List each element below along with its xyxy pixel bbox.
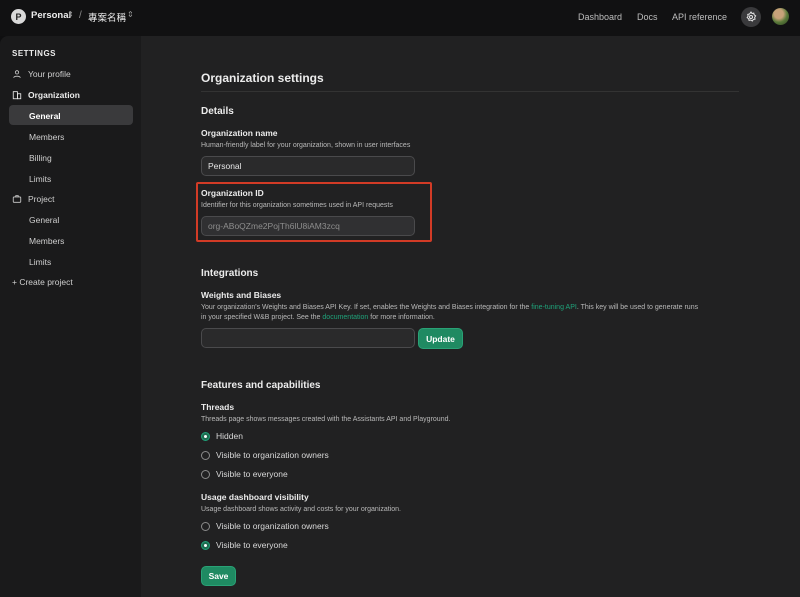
update-button[interactable]: Update bbox=[418, 328, 463, 349]
field-desc-org-name: Human-friendly label for your organizati… bbox=[201, 142, 411, 149]
sidebar-item-org-limits[interactable]: Limits bbox=[29, 174, 51, 184]
radio-button[interactable] bbox=[201, 469, 210, 479]
field-label-threads: Threads bbox=[201, 402, 235, 412]
sidebar-item-label: Organization bbox=[28, 90, 80, 100]
sidebar-item-project[interactable]: Project bbox=[12, 194, 54, 204]
user-avatar[interactable] bbox=[772, 8, 789, 25]
field-desc-usage-visibility: Usage dashboard shows activity and costs… bbox=[201, 506, 401, 513]
create-project-button[interactable]: + Create project bbox=[12, 277, 73, 287]
documentation-link[interactable]: documentation bbox=[322, 314, 368, 321]
sidebar-item-project-limits[interactable]: Limits bbox=[29, 257, 51, 267]
field-label-org-id: Organization ID bbox=[201, 188, 264, 198]
sidebar-item-org-members[interactable]: Members bbox=[29, 132, 64, 142]
radio-button[interactable] bbox=[201, 540, 210, 550]
org-avatar[interactable]: P bbox=[11, 9, 26, 24]
org-switcher[interactable]: Personal bbox=[31, 10, 71, 21]
radio-button[interactable] bbox=[201, 431, 210, 441]
threads-option-hidden[interactable]: Hidden bbox=[201, 431, 243, 441]
briefcase-icon bbox=[12, 194, 24, 204]
main-content: Organization settings Details Organizati… bbox=[141, 36, 800, 597]
nav-dashboard[interactable]: Dashboard bbox=[578, 12, 622, 22]
section-title-integrations: Integrations bbox=[201, 268, 259, 279]
wandb-api-key-input[interactable] bbox=[201, 328, 415, 348]
fine-tuning-api-link[interactable]: fine-tuning API bbox=[531, 304, 577, 311]
project-switcher[interactable]: 專案名稱 bbox=[88, 10, 126, 24]
page-title: Organization settings bbox=[201, 71, 324, 85]
building-icon bbox=[12, 90, 24, 100]
radio-button[interactable] bbox=[201, 521, 210, 531]
usage-option-org-owners[interactable]: Visible to organization owners bbox=[201, 521, 329, 531]
breadcrumb-separator: / bbox=[79, 10, 82, 21]
nav-api-reference[interactable]: API reference bbox=[672, 12, 727, 22]
chevron-updown-icon[interactable]: ⇕ bbox=[67, 10, 74, 19]
field-label-wandb: Weights and Biases bbox=[201, 290, 282, 300]
settings-button[interactable] bbox=[741, 7, 761, 27]
radio-label: Hidden bbox=[216, 431, 243, 441]
sidebar-item-organization[interactable]: Organization bbox=[12, 90, 80, 100]
threads-option-everyone[interactable]: Visible to everyone bbox=[201, 469, 288, 479]
sidebar-item-label: Your profile bbox=[28, 69, 71, 79]
section-title-details: Details bbox=[201, 106, 234, 117]
divider bbox=[201, 91, 739, 92]
save-button[interactable]: Save bbox=[201, 566, 236, 586]
field-label-org-name: Organization name bbox=[201, 128, 278, 138]
gear-icon bbox=[746, 11, 757, 22]
field-desc-wandb: Your organization's Weights and Biases A… bbox=[201, 304, 699, 311]
radio-label: Visible to everyone bbox=[216, 540, 288, 550]
sidebar-active-highlight bbox=[9, 105, 133, 125]
top-bar: P Personal ⇕ / 專案名稱 ⇕ Dashboard Docs API… bbox=[0, 0, 800, 36]
radio-label: Visible to organization owners bbox=[216, 521, 329, 531]
nav-docs[interactable]: Docs bbox=[637, 12, 658, 22]
sidebar-item-org-general[interactable]: General bbox=[29, 111, 61, 121]
field-label-usage-visibility: Usage dashboard visibility bbox=[201, 492, 309, 502]
usage-option-everyone[interactable]: Visible to everyone bbox=[201, 540, 288, 550]
sidebar-item-project-members[interactable]: Members bbox=[29, 236, 64, 246]
sidebar-item-org-billing[interactable]: Billing bbox=[29, 153, 52, 163]
field-desc-org-id: Identifier for this organization sometim… bbox=[201, 202, 393, 209]
sidebar-item-your-profile[interactable]: Your profile bbox=[12, 69, 71, 79]
sidebar-item-label: Project bbox=[28, 194, 55, 204]
sidebar-item-project-general[interactable]: General bbox=[29, 215, 59, 225]
field-desc-threads: Threads page shows messages created with… bbox=[201, 416, 451, 423]
org-name-input[interactable]: Personal bbox=[201, 156, 415, 176]
field-desc-wandb-2: in your specified W&B project. See the d… bbox=[201, 314, 435, 321]
radio-button[interactable] bbox=[201, 450, 210, 460]
threads-option-org-owners[interactable]: Visible to organization owners bbox=[201, 450, 329, 460]
sidebar: SETTINGS Your profile Organization Gener… bbox=[0, 36, 141, 597]
radio-label: Visible to organization owners bbox=[216, 450, 329, 460]
org-id-field[interactable]: org-ABoQZme2PojTh6lU8iAM3zcq bbox=[201, 216, 415, 236]
section-title-features: Features and capabilities bbox=[201, 380, 321, 391]
radio-label: Visible to everyone bbox=[216, 469, 288, 479]
sidebar-heading: SETTINGS bbox=[12, 49, 57, 58]
chevron-updown-icon[interactable]: ⇕ bbox=[127, 10, 134, 19]
person-icon bbox=[12, 69, 24, 79]
